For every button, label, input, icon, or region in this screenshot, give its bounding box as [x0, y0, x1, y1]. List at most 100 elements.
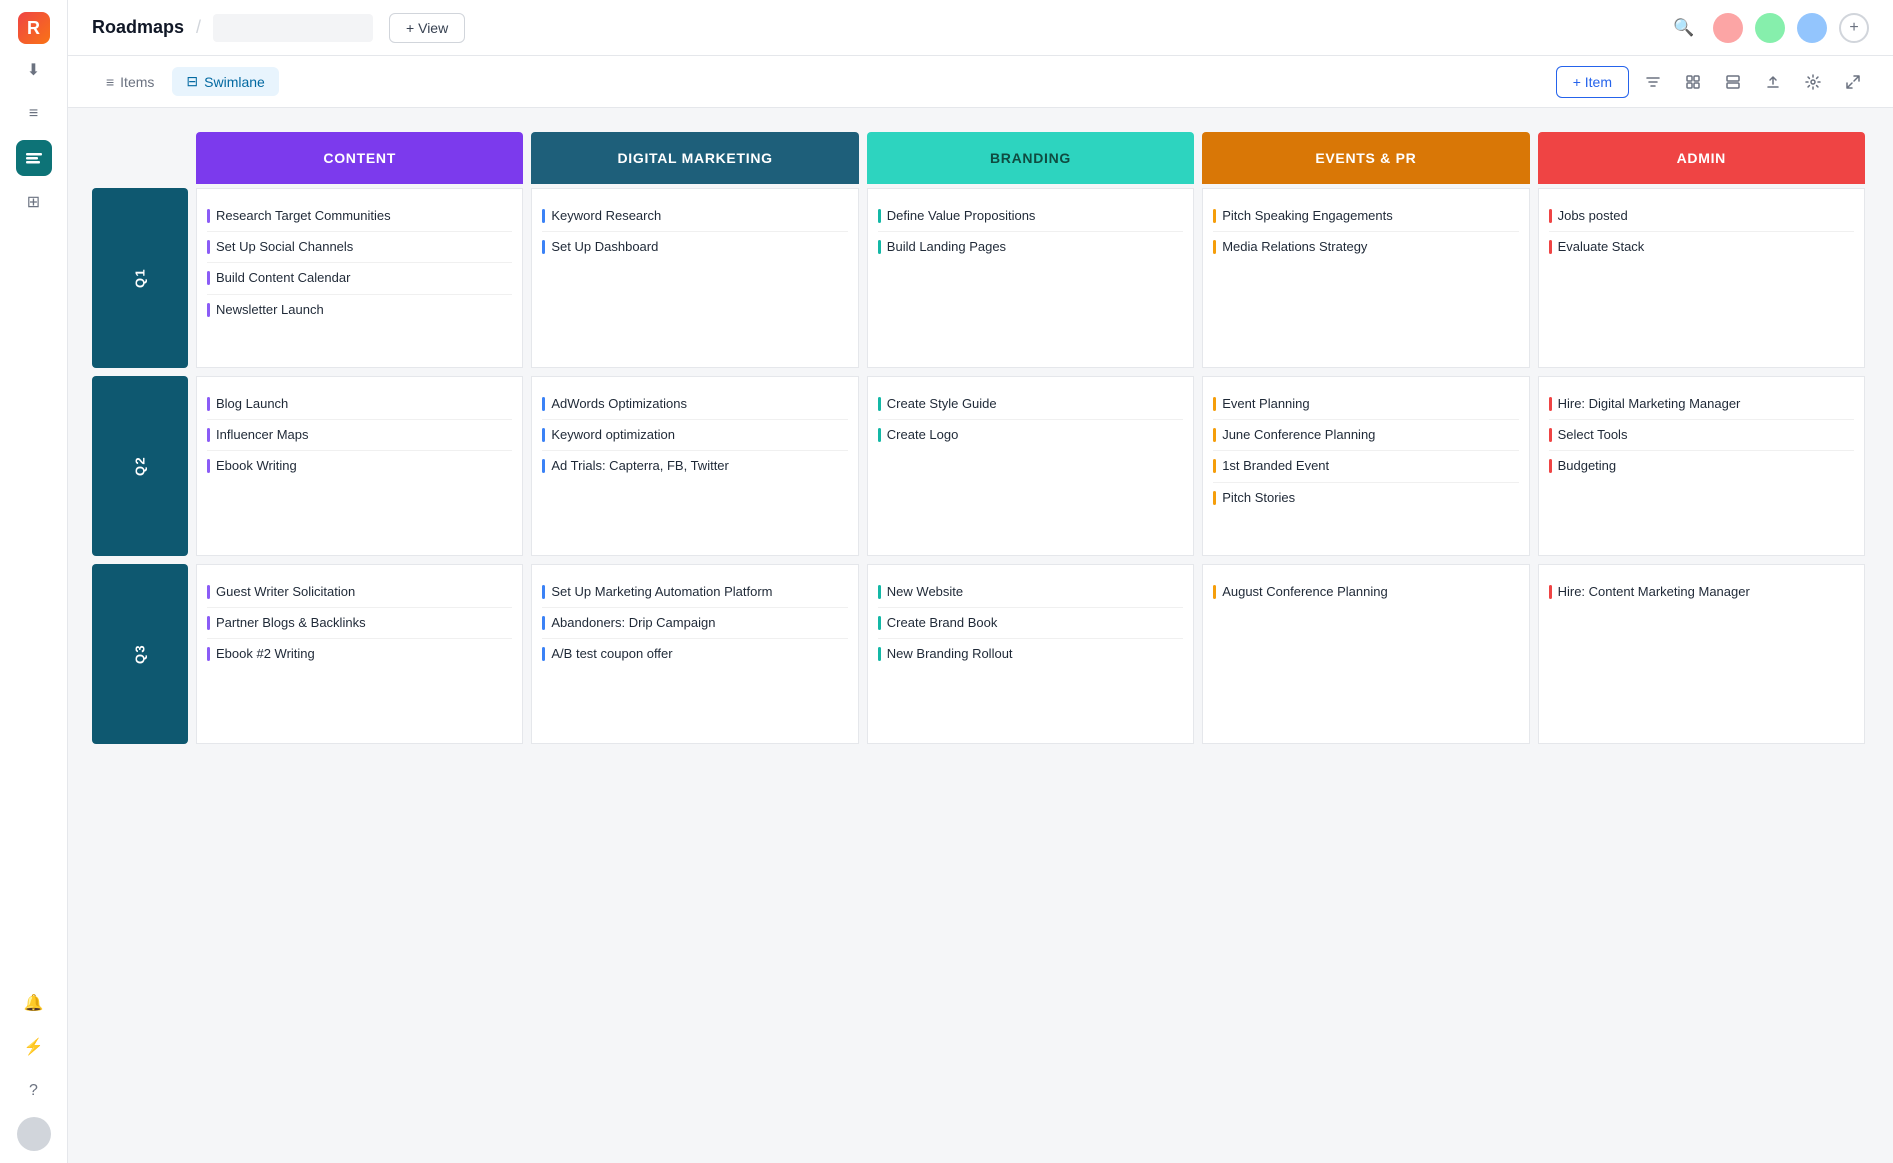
lightning-icon[interactable]: ⚡: [16, 1029, 52, 1065]
cell-q2-admin: Hire: Digital Marketing ManagerSelect To…: [1538, 376, 1865, 556]
breadcrumb-input[interactable]: [213, 14, 373, 42]
list-item[interactable]: Keyword Research: [542, 201, 847, 232]
tab-swimlane[interactable]: ⊟ Swimlane: [172, 67, 278, 96]
list-item[interactable]: Media Relations Strategy: [1213, 232, 1518, 262]
col-header-branding[interactable]: BRANDING: [867, 132, 1194, 184]
item-text: Ebook Writing: [216, 457, 297, 475]
list-item[interactable]: A/B test coupon offer: [542, 639, 847, 669]
row-label-q2: Q2: [92, 376, 188, 556]
item-bar: [878, 209, 881, 223]
item-text: Pitch Stories: [1222, 489, 1295, 507]
cell-q2-branding: Create Style GuideCreate Logo: [867, 376, 1194, 556]
bell-icon[interactable]: 🔔: [16, 985, 52, 1021]
user-avatar[interactable]: [17, 1117, 51, 1151]
item-text: New Branding Rollout: [887, 645, 1013, 663]
list-item[interactable]: Partner Blogs & Backlinks: [207, 608, 512, 639]
upload-button[interactable]: [1757, 66, 1789, 98]
avatar-2[interactable]: [1755, 13, 1785, 43]
avatar-1[interactable]: [1713, 13, 1743, 43]
list-item[interactable]: Set Up Dashboard: [542, 232, 847, 262]
item-bar: [207, 459, 210, 473]
list-icon[interactable]: ≡: [16, 96, 52, 132]
item-bar: [542, 616, 545, 630]
list-item[interactable]: Hire: Content Marketing Manager: [1549, 577, 1854, 607]
item-bar: [1213, 585, 1216, 599]
list-item[interactable]: New Branding Rollout: [878, 639, 1183, 669]
help-icon[interactable]: ?: [16, 1073, 52, 1109]
list-item[interactable]: Pitch Stories: [1213, 483, 1518, 513]
group-button[interactable]: [1677, 66, 1709, 98]
list-item[interactable]: Build Content Calendar: [207, 263, 512, 294]
list-item[interactable]: 1st Branded Event: [1213, 451, 1518, 482]
list-item[interactable]: Create Style Guide: [878, 389, 1183, 420]
tab-items[interactable]: ≡ Items: [92, 68, 168, 96]
avatar-3[interactable]: [1797, 13, 1827, 43]
add-member-button[interactable]: +: [1839, 13, 1869, 43]
item-text: Newsletter Launch: [216, 301, 324, 319]
col-header-content[interactable]: CONTENT: [196, 132, 523, 184]
item-text: Build Content Calendar: [216, 269, 350, 287]
list-item[interactable]: June Conference Planning: [1213, 420, 1518, 451]
list-item[interactable]: Set Up Social Channels: [207, 232, 512, 263]
item-bar: [1549, 397, 1552, 411]
item-text: Evaluate Stack: [1558, 238, 1645, 256]
list-item[interactable]: Ebook #2 Writing: [207, 639, 512, 669]
item-bar: [207, 397, 210, 411]
layout-button[interactable]: [1717, 66, 1749, 98]
list-item[interactable]: Abandoners: Drip Campaign: [542, 608, 847, 639]
list-item[interactable]: Ebook Writing: [207, 451, 512, 481]
item-text: Budgeting: [1558, 457, 1617, 475]
col-header-admin[interactable]: ADMIN: [1538, 132, 1865, 184]
roadmap-icon[interactable]: [16, 140, 52, 176]
list-item[interactable]: Evaluate Stack: [1549, 232, 1854, 262]
list-item[interactable]: Newsletter Launch: [207, 295, 512, 325]
list-item[interactable]: Research Target Communities: [207, 201, 512, 232]
add-item-button[interactable]: + Item: [1556, 66, 1629, 98]
list-item[interactable]: Guest Writer Solicitation: [207, 577, 512, 608]
list-item[interactable]: Select Tools: [1549, 420, 1854, 451]
filter-button[interactable]: [1637, 66, 1669, 98]
list-item[interactable]: Influencer Maps: [207, 420, 512, 451]
item-text: Pitch Speaking Engagements: [1222, 207, 1393, 225]
list-item[interactable]: Set Up Marketing Automation Platform: [542, 577, 847, 608]
item-text: June Conference Planning: [1222, 426, 1375, 444]
search-button[interactable]: 🔍: [1667, 11, 1701, 45]
item-bar: [1213, 459, 1216, 473]
list-item[interactable]: New Website: [878, 577, 1183, 608]
header-separator: /: [196, 17, 201, 38]
item-bar: [542, 459, 545, 473]
list-item[interactable]: Define Value Propositions: [878, 201, 1183, 232]
settings-button[interactable]: [1797, 66, 1829, 98]
list-item[interactable]: Hire: Digital Marketing Manager: [1549, 389, 1854, 420]
list-item[interactable]: Budgeting: [1549, 451, 1854, 481]
add-view-button[interactable]: + View: [389, 13, 465, 43]
app-logo[interactable]: R: [18, 12, 50, 44]
list-item[interactable]: August Conference Planning: [1213, 577, 1518, 607]
list-item[interactable]: Event Planning: [1213, 389, 1518, 420]
list-item[interactable]: Jobs posted: [1549, 201, 1854, 232]
list-item[interactable]: Create Logo: [878, 420, 1183, 450]
list-item[interactable]: AdWords Optimizations: [542, 389, 847, 420]
item-text: Set Up Dashboard: [551, 238, 658, 256]
item-bar: [207, 240, 210, 254]
list-item[interactable]: Pitch Speaking Engagements: [1213, 201, 1518, 232]
item-bar: [1213, 428, 1216, 442]
item-bar: [207, 303, 210, 317]
list-item[interactable]: Blog Launch: [207, 389, 512, 420]
col-header-events[interactable]: EVENTS & PR: [1202, 132, 1529, 184]
item-text: Event Planning: [1222, 395, 1309, 413]
cell-q3-branding: New WebsiteCreate Brand Book New Branding…: [867, 564, 1194, 744]
person-icon[interactable]: ⊞: [16, 184, 52, 220]
cell-q3-content: Guest Writer Solicitation Partner Blogs &…: [196, 564, 523, 744]
item-text: Influencer Maps: [216, 426, 309, 444]
list-item[interactable]: Ad Trials: Capterra, FB, Twitter: [542, 451, 847, 481]
swimlane-tab-icon: ⊟: [186, 73, 198, 90]
expand-button[interactable]: [1837, 66, 1869, 98]
list-item[interactable]: Keyword optimization: [542, 420, 847, 451]
list-item[interactable]: Build Landing Pages: [878, 232, 1183, 262]
list-item[interactable]: Create Brand Book: [878, 608, 1183, 639]
download-icon[interactable]: ⬇: [16, 52, 52, 88]
row-label-q3: Q3: [92, 564, 188, 744]
item-text: Guest Writer Solicitation: [216, 583, 355, 601]
col-header-digital[interactable]: DIGITAL MARKETING: [531, 132, 858, 184]
